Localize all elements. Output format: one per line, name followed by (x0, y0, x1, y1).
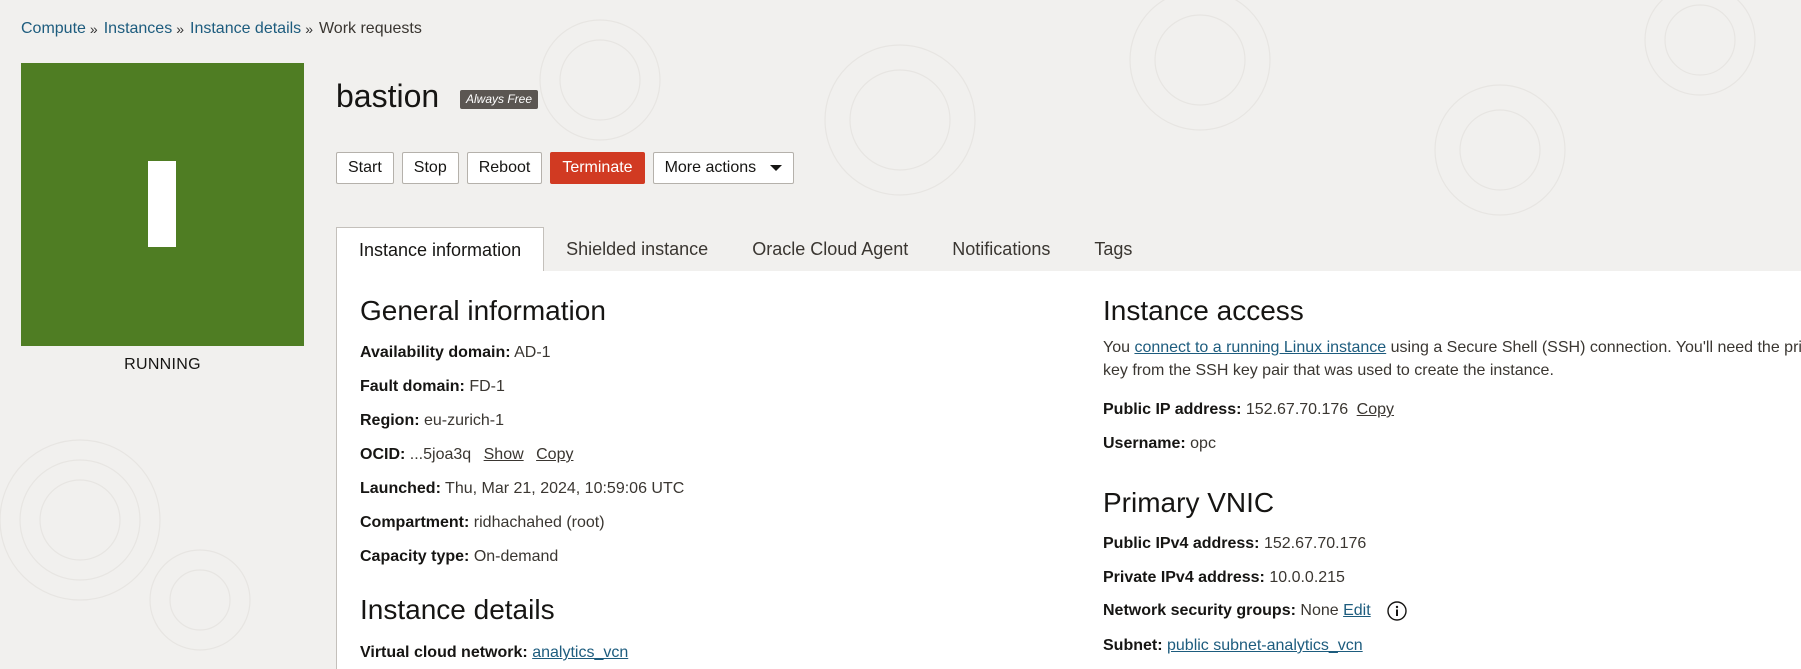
start-button[interactable]: Start (336, 152, 394, 184)
access-text-after: using a Secure Shell (SSH) connection. Y… (1386, 339, 1801, 356)
public-ip-row: Public IP address: 152.67.70.176 Copy (1103, 401, 1394, 419)
ocid-value: ...5joa3q (409, 446, 472, 463)
access-text-line2: key from the SSH key pair that was used … (1103, 362, 1554, 379)
instance-glyph (148, 161, 176, 247)
availability-domain-row: Availability domain: AD-1 (360, 344, 551, 362)
capacity-type-value: On-demand (473, 548, 559, 565)
ocid-label: OCID: (360, 446, 406, 463)
tab-shielded-instance[interactable]: Shielded instance (544, 227, 730, 272)
breadcrumb-separator: » (305, 21, 313, 37)
ocid-show-link[interactable]: Show (484, 446, 524, 463)
capacity-type-label: Capacity type: (360, 548, 470, 565)
tab-bar: Instance information Shielded instance O… (336, 227, 1154, 273)
vcn-label: Virtual cloud network: (360, 644, 528, 661)
private-ipv4-value: 10.0.0.215 (1269, 569, 1345, 586)
access-text-before: You (1103, 339, 1135, 356)
username-row: Username: opc (1103, 435, 1216, 453)
vcn-row: Virtual cloud network: analytics_vcn (360, 644, 628, 662)
instance-details-heading: Instance details (360, 594, 555, 625)
instance-status-icon (21, 63, 304, 346)
connect-linux-instance-link[interactable]: connect to a running Linux instance (1134, 339, 1386, 356)
private-ipv4-label: Private IPv4 address: (1103, 569, 1265, 586)
reboot-button[interactable]: Reboot (466, 152, 543, 184)
compartment-value: ridhachahed (root) (473, 514, 605, 531)
primary-vnic-heading: Primary VNIC (1103, 487, 1275, 518)
nsg-label: Network security groups: (1103, 602, 1296, 620)
nsg-edit-link[interactable]: Edit (1343, 602, 1371, 619)
ocid-row: OCID: ...5joa3q Show Copy (360, 446, 573, 464)
subnet-label: Subnet: (1103, 637, 1163, 654)
more-actions-button[interactable]: More actions (652, 152, 795, 184)
capacity-type-row: Capacity type: On-demand (360, 548, 558, 566)
public-ip-label: Public IP address: (1103, 401, 1242, 418)
tab-oracle-cloud-agent[interactable]: Oracle Cloud Agent (730, 227, 930, 272)
tab-notifications[interactable]: Notifications (930, 227, 1072, 272)
info-icon[interactable] (1387, 601, 1407, 621)
launched-row: Launched: Thu, Mar 21, 2024, 10:59:06 UT… (360, 480, 684, 498)
stop-button[interactable]: Stop (401, 152, 459, 184)
page-title: bastion (336, 78, 440, 114)
launched-label: Launched: (360, 480, 441, 497)
status-label: RUNNING (124, 356, 201, 373)
public-ip-value: 152.67.70.176 (1245, 401, 1349, 418)
public-ipv4-label: Public IPv4 address: (1103, 535, 1260, 552)
compartment-row: Compartment: ridhachahed (root) (360, 514, 605, 532)
nsg-value: None (1300, 602, 1339, 620)
username-value: opc (1190, 435, 1216, 452)
username-label: Username: (1103, 435, 1186, 452)
general-information-heading: General information (360, 295, 606, 326)
instance-access-heading: Instance access (1103, 295, 1304, 326)
fault-domain-row: Fault domain: FD-1 (360, 378, 505, 396)
public-ipv4-row: Public IPv4 address: 152.67.70.176 (1103, 535, 1366, 553)
fault-domain-value: FD-1 (469, 378, 505, 395)
breadcrumb-separator: » (176, 21, 184, 37)
availability-domain-label: Availability domain: (360, 344, 511, 361)
caret-down-icon (770, 165, 783, 171)
launched-value: Thu, Mar 21, 2024, 10:59:06 UTC (445, 480, 685, 497)
region-label: Region: (360, 412, 420, 429)
private-ipv4-row: Private IPv4 address: 10.0.0.215 (1103, 569, 1345, 587)
breadcrumb-instance-details-link[interactable]: Instance details (190, 20, 301, 38)
breadcrumb-separator: » (89, 21, 98, 37)
subnet-row: Subnet: public subnet-analytics_vcn (1103, 637, 1363, 655)
instance-information-panel: General information Availability domain:… (336, 271, 1801, 669)
breadcrumb: Compute » Instances » Instance details »… (21, 20, 422, 38)
region-value: eu-zurich-1 (424, 412, 505, 429)
availability-domain-value: AD-1 (514, 344, 551, 361)
compartment-label: Compartment: (360, 514, 470, 531)
vcn-link[interactable]: analytics_vcn (532, 644, 628, 661)
fault-domain-label: Fault domain: (360, 378, 465, 395)
breadcrumb-compute-link[interactable]: Compute (21, 20, 86, 38)
ocid-copy-link[interactable]: Copy (536, 446, 573, 463)
public-ipv4-value: 152.67.70.176 (1263, 535, 1367, 552)
public-ip-copy-link[interactable]: Copy (1357, 401, 1394, 418)
breadcrumb-current: Work requests (318, 20, 422, 37)
action-toolbar: Start Stop Reboot Terminate More actions (336, 152, 795, 184)
breadcrumb-instances-link[interactable]: Instances (104, 20, 172, 38)
region-row: Region: eu-zurich-1 (360, 412, 504, 430)
tab-instance-information[interactable]: Instance information (336, 227, 545, 273)
subnet-link[interactable]: public subnet-analytics_vcn (1167, 637, 1363, 654)
nsg-row: Network security groups: None Edit (1103, 601, 1407, 621)
always-free-badge: Always Free (460, 90, 539, 109)
terminate-button[interactable]: Terminate (550, 152, 645, 184)
instance-access-description: You connect to a running Linux instance … (1103, 336, 1801, 382)
tab-tags[interactable]: Tags (1072, 227, 1154, 272)
more-actions-label: More actions (664, 159, 757, 176)
